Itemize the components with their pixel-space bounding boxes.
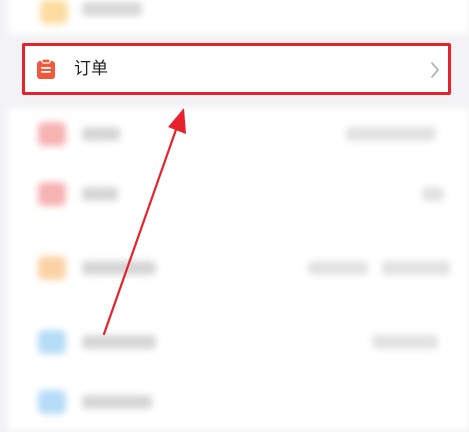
order-label: 订单	[74, 59, 108, 79]
blurred-top-row	[8, 0, 469, 34]
blurred-list-item	[26, 386, 445, 416]
blurred-list-item	[26, 178, 445, 208]
blurred-list-item	[26, 252, 450, 282]
settings-screen: 订单	[0, 0, 469, 432]
blurred-list-item	[26, 326, 445, 356]
order-row[interactable]: 订单	[22, 43, 451, 95]
clipboard-icon	[37, 58, 55, 79]
blurred-list-item	[26, 118, 445, 148]
blurred-list	[8, 108, 469, 430]
chevron-right-icon	[431, 62, 439, 78]
